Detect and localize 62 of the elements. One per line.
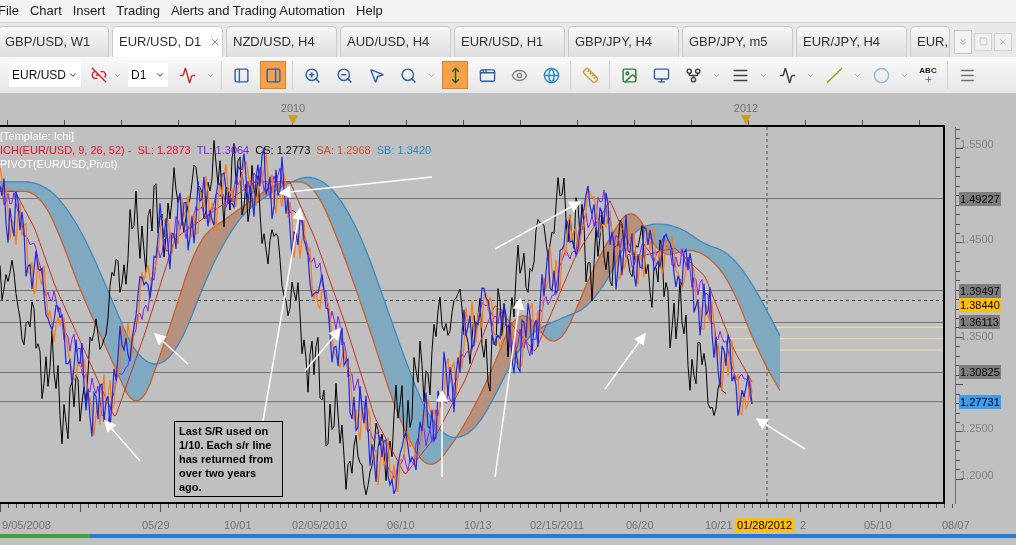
symbol-dropdown[interactable]: EUR/USD (9, 63, 81, 87)
price-label: 1.27731 (959, 394, 1001, 409)
tab-label: EUR, (917, 33, 949, 52)
date-label: 10/13 (463, 518, 493, 532)
year-label: 2010 (280, 101, 306, 116)
chart-tab[interactable]: GBP/JPY, m5 (682, 26, 793, 57)
legend-text: ICH(EUR/USD, 9, 26, 52) - (0, 143, 132, 157)
tab-label: GBP/USD, W1 (5, 33, 91, 52)
chart-tab[interactable]: EUR/USD, D1 (112, 26, 223, 57)
timeframe-value: D1 (131, 67, 147, 84)
tab-label: NZD/USD, H4 (233, 33, 315, 52)
date-label: 06/20 (625, 518, 655, 532)
chart-tab[interactable]: GBP/USD, W1 (0, 26, 109, 57)
price-label: 1.30825 (959, 365, 1001, 380)
symbol-value: EUR/USD (12, 67, 66, 84)
chart-tab[interactable]: EUR, (910, 26, 950, 57)
legend-text: SL: 1.2873 (137, 143, 191, 157)
timeframe-dropdown[interactable]: D1 (128, 63, 168, 87)
chart-tab[interactable]: AUD/USD, H4 (340, 26, 451, 57)
date-label: 01/28/2012 (735, 518, 795, 532)
chart-tab[interactable]: EUR/USD, H1 (454, 26, 565, 57)
legend-text: PIVOT(EUR/USD,Pivot) (0, 157, 119, 171)
tab-label: GBP/JPY, H4 (575, 33, 653, 52)
menu-item[interactable]: Chart (29, 1, 62, 21)
date-label: 06/10 (386, 518, 416, 532)
tab-label: EUR/USD, H1 (461, 33, 544, 52)
date-label: 9/05/2008 (1, 518, 52, 532)
date-label: 05/10 (863, 518, 893, 532)
price-label: 1.39497 (959, 283, 1001, 298)
date-label: 10/01 (223, 518, 253, 532)
date-label: 08/07 (941, 518, 971, 532)
price-label: 1.5500 (959, 137, 995, 151)
tab-label: EUR/USD, D1 (119, 33, 202, 52)
price-label: 1.49227 (959, 191, 1001, 206)
tab-label: GBP/JPY, m5 (689, 33, 768, 52)
price-label: 1.4500 (959, 231, 995, 246)
chart-tab[interactable]: EUR/JPY, H4 (796, 26, 907, 57)
toolbar-button[interactable]: ABC (915, 61, 941, 89)
date-label: 02/15/2011 (529, 518, 586, 532)
date-label: 05/29 (141, 518, 171, 532)
legend-text: SA: 1.2968 (316, 143, 371, 157)
tab-label: EUR/JPY, H4 (803, 33, 881, 52)
date-label: 02/05/2010 (291, 518, 349, 532)
tab-label: AUD/USD, H4 (347, 33, 430, 52)
date-label: 2 (799, 518, 808, 532)
annotation-note: Last S/R used on 1/10. Each s/r line has returned from over two years ago. (174, 421, 283, 497)
date-label: 10/21 (704, 518, 734, 532)
text-tool-label: ABC (919, 66, 937, 75)
legend-text: CS: 1.2773 (255, 143, 311, 157)
price-label: 1.2000 (959, 467, 995, 482)
chart-tab[interactable]: GBP/JPY, H4 (568, 26, 679, 57)
menu-item[interactable]: Trading (116, 1, 160, 21)
chart-tab[interactable]: NZD/USD, H4 (226, 26, 337, 57)
year-label: 2012 (733, 101, 759, 116)
price-label: 1.2500 (959, 420, 995, 435)
price-label: 1.36113 (959, 315, 1000, 330)
legend-text: SB: 1.3420 (376, 143, 432, 157)
menu-item[interactable]: Help (356, 1, 383, 21)
menu-item[interactable]: Alerts and Trading Automation (170, 1, 346, 21)
legend-text: [Template: Ichi] (0, 129, 75, 143)
menu-item[interactable]: Insert (72, 1, 106, 21)
price-label: 1.3500 (959, 329, 995, 344)
